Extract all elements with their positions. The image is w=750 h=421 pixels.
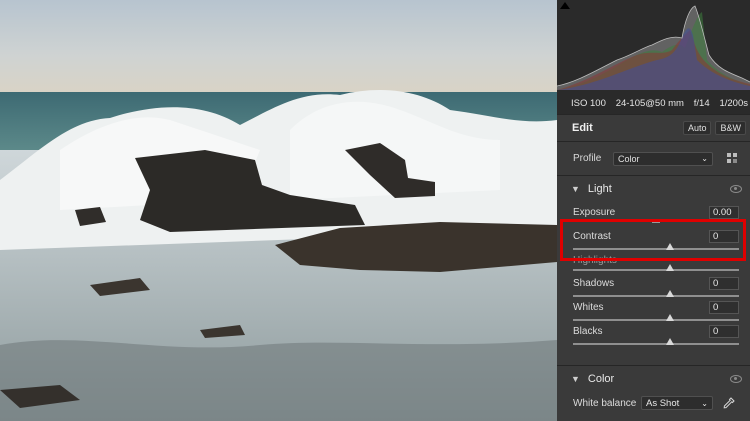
slider-label: Blacks bbox=[573, 326, 603, 337]
slider-thumb[interactable] bbox=[666, 314, 674, 321]
chevron-down-icon: ▼ bbox=[571, 373, 580, 384]
slider-label: Shadows bbox=[573, 278, 615, 289]
slider-blacks[interactable]: Blacks 0 bbox=[573, 324, 739, 348]
slider-track[interactable] bbox=[573, 295, 739, 297]
slider-value-input[interactable]: 0.00 bbox=[709, 206, 739, 219]
shadow-clipping-icon[interactable] bbox=[560, 2, 570, 9]
white-balance-label: White balance bbox=[573, 397, 637, 409]
slider-track[interactable] bbox=[573, 319, 739, 321]
lens-value: 24-105@50 mm bbox=[615, 97, 684, 109]
profile-row: Profile Color ⌄ bbox=[557, 141, 750, 175]
slider-value-input[interactable]: 0 bbox=[709, 301, 739, 314]
edit-header: Edit Auto B&W bbox=[557, 114, 750, 141]
profile-select[interactable]: Color ⌄ bbox=[613, 151, 713, 166]
white-balance-select[interactable]: As Shot ⌄ bbox=[641, 396, 713, 410]
slider-label: Exposure bbox=[573, 207, 616, 218]
profile-browser-icon[interactable] bbox=[727, 153, 739, 164]
edit-title: Edit bbox=[572, 122, 593, 134]
slider-thumb[interactable] bbox=[666, 264, 674, 271]
light-title: Light bbox=[587, 182, 612, 195]
white-balance-value: As Shot bbox=[646, 397, 680, 409]
shutter-value: 1/200s bbox=[719, 97, 748, 109]
chevron-down-icon: ▼ bbox=[571, 183, 580, 194]
chevron-down-icon: ⌄ bbox=[701, 154, 708, 163]
edit-panel: ISO 100 24-105@50 mm f/14 1/200s Edit Au… bbox=[557, 0, 750, 421]
slider-label: Whites bbox=[573, 302, 604, 313]
histogram[interactable] bbox=[557, 0, 750, 92]
slider-thumb[interactable] bbox=[666, 290, 674, 297]
eyedropper-icon[interactable] bbox=[723, 397, 735, 409]
photo-canvas bbox=[0, 0, 557, 421]
aperture-value: f/14 bbox=[693, 97, 710, 109]
slider-highlights-track-row[interactable] bbox=[573, 262, 739, 272]
white-balance-row: White balance As Shot ⌄ bbox=[557, 392, 750, 414]
visibility-eye-icon[interactable] bbox=[730, 184, 742, 193]
iso-value: ISO 100 bbox=[571, 97, 606, 109]
camera-info-bar: ISO 100 24-105@50 mm f/14 1/200s bbox=[557, 92, 750, 114]
bw-button[interactable]: B&W bbox=[715, 121, 746, 135]
slider-value-input[interactable]: 0 bbox=[709, 277, 739, 290]
color-title: Color bbox=[587, 372, 615, 385]
highlight-annotation-box bbox=[560, 219, 746, 261]
slider-track[interactable] bbox=[573, 343, 739, 345]
profile-label: Profile bbox=[573, 153, 602, 164]
auto-button[interactable]: Auto bbox=[682, 121, 712, 135]
slider-shadows[interactable]: Shadows 0 bbox=[573, 276, 739, 300]
chevron-down-icon: ⌄ bbox=[701, 398, 708, 408]
slider-whites[interactable]: Whites 0 bbox=[573, 300, 739, 324]
visibility-eye-icon[interactable] bbox=[730, 374, 742, 383]
slider-track[interactable] bbox=[573, 269, 739, 271]
slider-value-input[interactable]: 0 bbox=[709, 325, 739, 338]
light-section-header[interactable]: ▼ Light bbox=[557, 175, 750, 201]
slider-thumb[interactable] bbox=[666, 338, 674, 345]
profile-value: Color bbox=[618, 153, 640, 164]
color-section-header[interactable]: ▼ Color bbox=[557, 365, 750, 391]
